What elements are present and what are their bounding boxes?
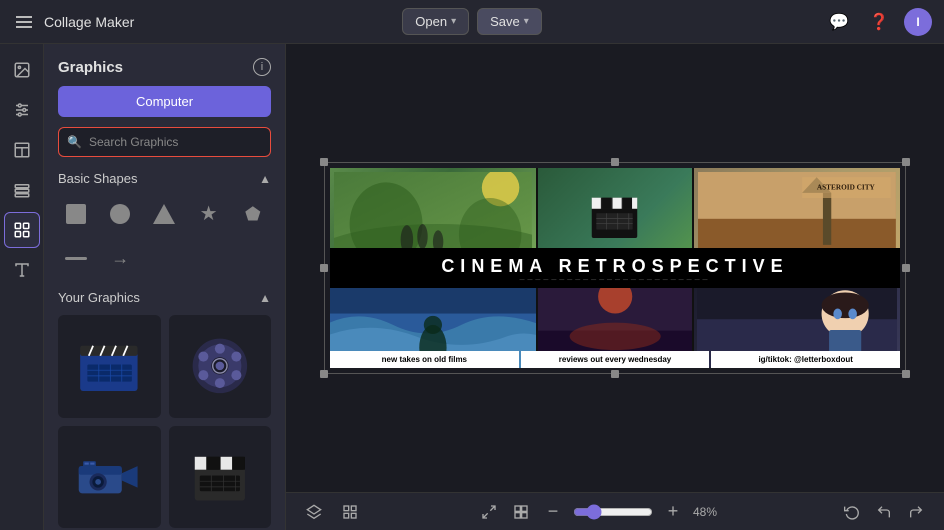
zoom-out-icon[interactable]: − (541, 500, 565, 524)
layers-icon[interactable] (302, 500, 326, 524)
topbar-center: Open ▾ Save ▾ (402, 8, 542, 35)
graphic-clapperboard-2[interactable] (169, 426, 272, 529)
comments-button[interactable]: 💬 (824, 7, 854, 37)
topbar: Collage Maker Open ▾ Save ▾ 💬 ❓ I (0, 0, 944, 44)
save-button[interactable]: Save ▾ (477, 8, 542, 35)
shape-pentagon[interactable]: ⬟ (235, 196, 271, 232)
basic-shapes-section: Basic Shapes ▲ ★ ⬟ (44, 171, 285, 290)
bottom-bar: − + 48% (286, 492, 944, 530)
avatar[interactable]: I (904, 8, 932, 36)
bottom-right-tools (840, 500, 928, 524)
panel-title: Graphics (58, 59, 123, 76)
canvas-mockup: ASTEROID CITY CINEMA RETROSPECTIVE ─────… (330, 168, 900, 368)
cinema-banner: CINEMA RETROSPECTIVE ───────────────────… (330, 248, 900, 288)
shape-square[interactable] (58, 196, 94, 232)
zoom-in-icon[interactable]: + (661, 500, 685, 524)
info-icon[interactable]: i (253, 58, 271, 76)
handle-lm[interactable] (320, 264, 328, 272)
cinema-title: CINEMA RETROSPECTIVE (441, 256, 788, 277)
main-layout: Graphics i Computer 🔍 Basic Shapes ▲ (0, 44, 944, 530)
panel-header: Graphics i (44, 44, 285, 86)
cinema-collage: ASTEROID CITY CINEMA RETROSPECTIVE ─────… (330, 168, 900, 368)
svg-text:ASTEROID CITY: ASTEROID CITY (817, 184, 876, 192)
bottom-left-tools (302, 500, 362, 524)
your-graphics-collapse[interactable]: ▲ (259, 291, 271, 305)
topbar-right: 💬 ❓ I (542, 7, 932, 37)
shape-circle[interactable] (102, 196, 138, 232)
handle-br[interactable] (902, 370, 910, 378)
zoom-percent: 48% (693, 505, 725, 519)
basic-shapes-header: Basic Shapes ▲ (58, 171, 271, 186)
sidebar-icon-adjustments[interactable] (4, 92, 40, 128)
shape-triangle[interactable] (146, 196, 182, 232)
search-box: 🔍 (58, 127, 271, 157)
search-input[interactable] (58, 127, 271, 157)
help-button[interactable]: ❓ (864, 7, 894, 37)
graphics-panel: Graphics i Computer 🔍 Basic Shapes ▲ (44, 44, 286, 530)
canvas-content[interactable]: ASTEROID CITY CINEMA RETROSPECTIVE ─────… (286, 44, 944, 492)
your-graphics-section: Your Graphics ▲ (44, 290, 285, 530)
menu-button[interactable] (12, 12, 36, 32)
graphics-grid (58, 315, 271, 530)
handle-tr[interactable] (902, 158, 910, 166)
collage-tags: new takes on old films reviews out every… (330, 351, 900, 368)
sidebar-icon-layout[interactable] (4, 132, 40, 168)
history-icon[interactable] (840, 500, 864, 524)
computer-button[interactable]: Computer (58, 86, 271, 117)
handle-tm[interactable] (611, 158, 619, 166)
transform-icon[interactable] (509, 500, 533, 524)
tag-2: reviews out every wednesday (521, 351, 710, 368)
handle-bl[interactable] (320, 370, 328, 378)
open-button[interactable]: Open ▾ (402, 8, 469, 35)
redo-icon[interactable] (904, 500, 928, 524)
icon-sidebar (0, 44, 44, 530)
basic-shapes-collapse[interactable]: ▲ (259, 172, 271, 186)
your-graphics-header: Your Graphics ▲ (58, 290, 271, 305)
basic-shapes-title: Basic Shapes (58, 171, 138, 186)
shape-arrow[interactable]: → (102, 240, 138, 276)
graphic-camera[interactable] (58, 426, 161, 529)
open-caret: ▾ (451, 16, 456, 27)
tag-3: ig/tiktok: @letterboxdout (711, 351, 900, 368)
cinema-subtitle: ──────────────────────── (519, 277, 710, 284)
bottom-center-tools: − + 48% (477, 500, 725, 524)
shape-line[interactable] (58, 240, 94, 276)
topbar-left: Collage Maker (12, 12, 402, 32)
zoom-slider[interactable] (573, 504, 653, 520)
graphic-clapperboard[interactable] (58, 315, 161, 418)
sidebar-icon-text[interactable] (4, 252, 40, 288)
undo-icon[interactable] (872, 500, 896, 524)
sidebar-icon-photos[interactable] (4, 52, 40, 88)
handle-tl[interactable] (320, 158, 328, 166)
shape-star[interactable]: ★ (191, 196, 227, 232)
app-title: Collage Maker (44, 14, 134, 30)
expand-icon[interactable] (477, 500, 501, 524)
graphic-film-reel[interactable] (169, 315, 272, 418)
tag-1: new takes on old films (330, 351, 519, 368)
sidebar-icon-graphics[interactable] (4, 212, 40, 248)
your-graphics-title: Your Graphics (58, 290, 140, 305)
save-caret: ▾ (524, 16, 529, 27)
search-icon: 🔍 (67, 135, 82, 149)
handle-bm[interactable] (611, 370, 619, 378)
handle-rm[interactable] (902, 264, 910, 272)
shapes-grid: ★ ⬟ → (58, 196, 271, 276)
canvas-area: ASTEROID CITY CINEMA RETROSPECTIVE ─────… (286, 44, 944, 530)
grid-icon[interactable] (338, 500, 362, 524)
sidebar-icon-layers[interactable] (4, 172, 40, 208)
